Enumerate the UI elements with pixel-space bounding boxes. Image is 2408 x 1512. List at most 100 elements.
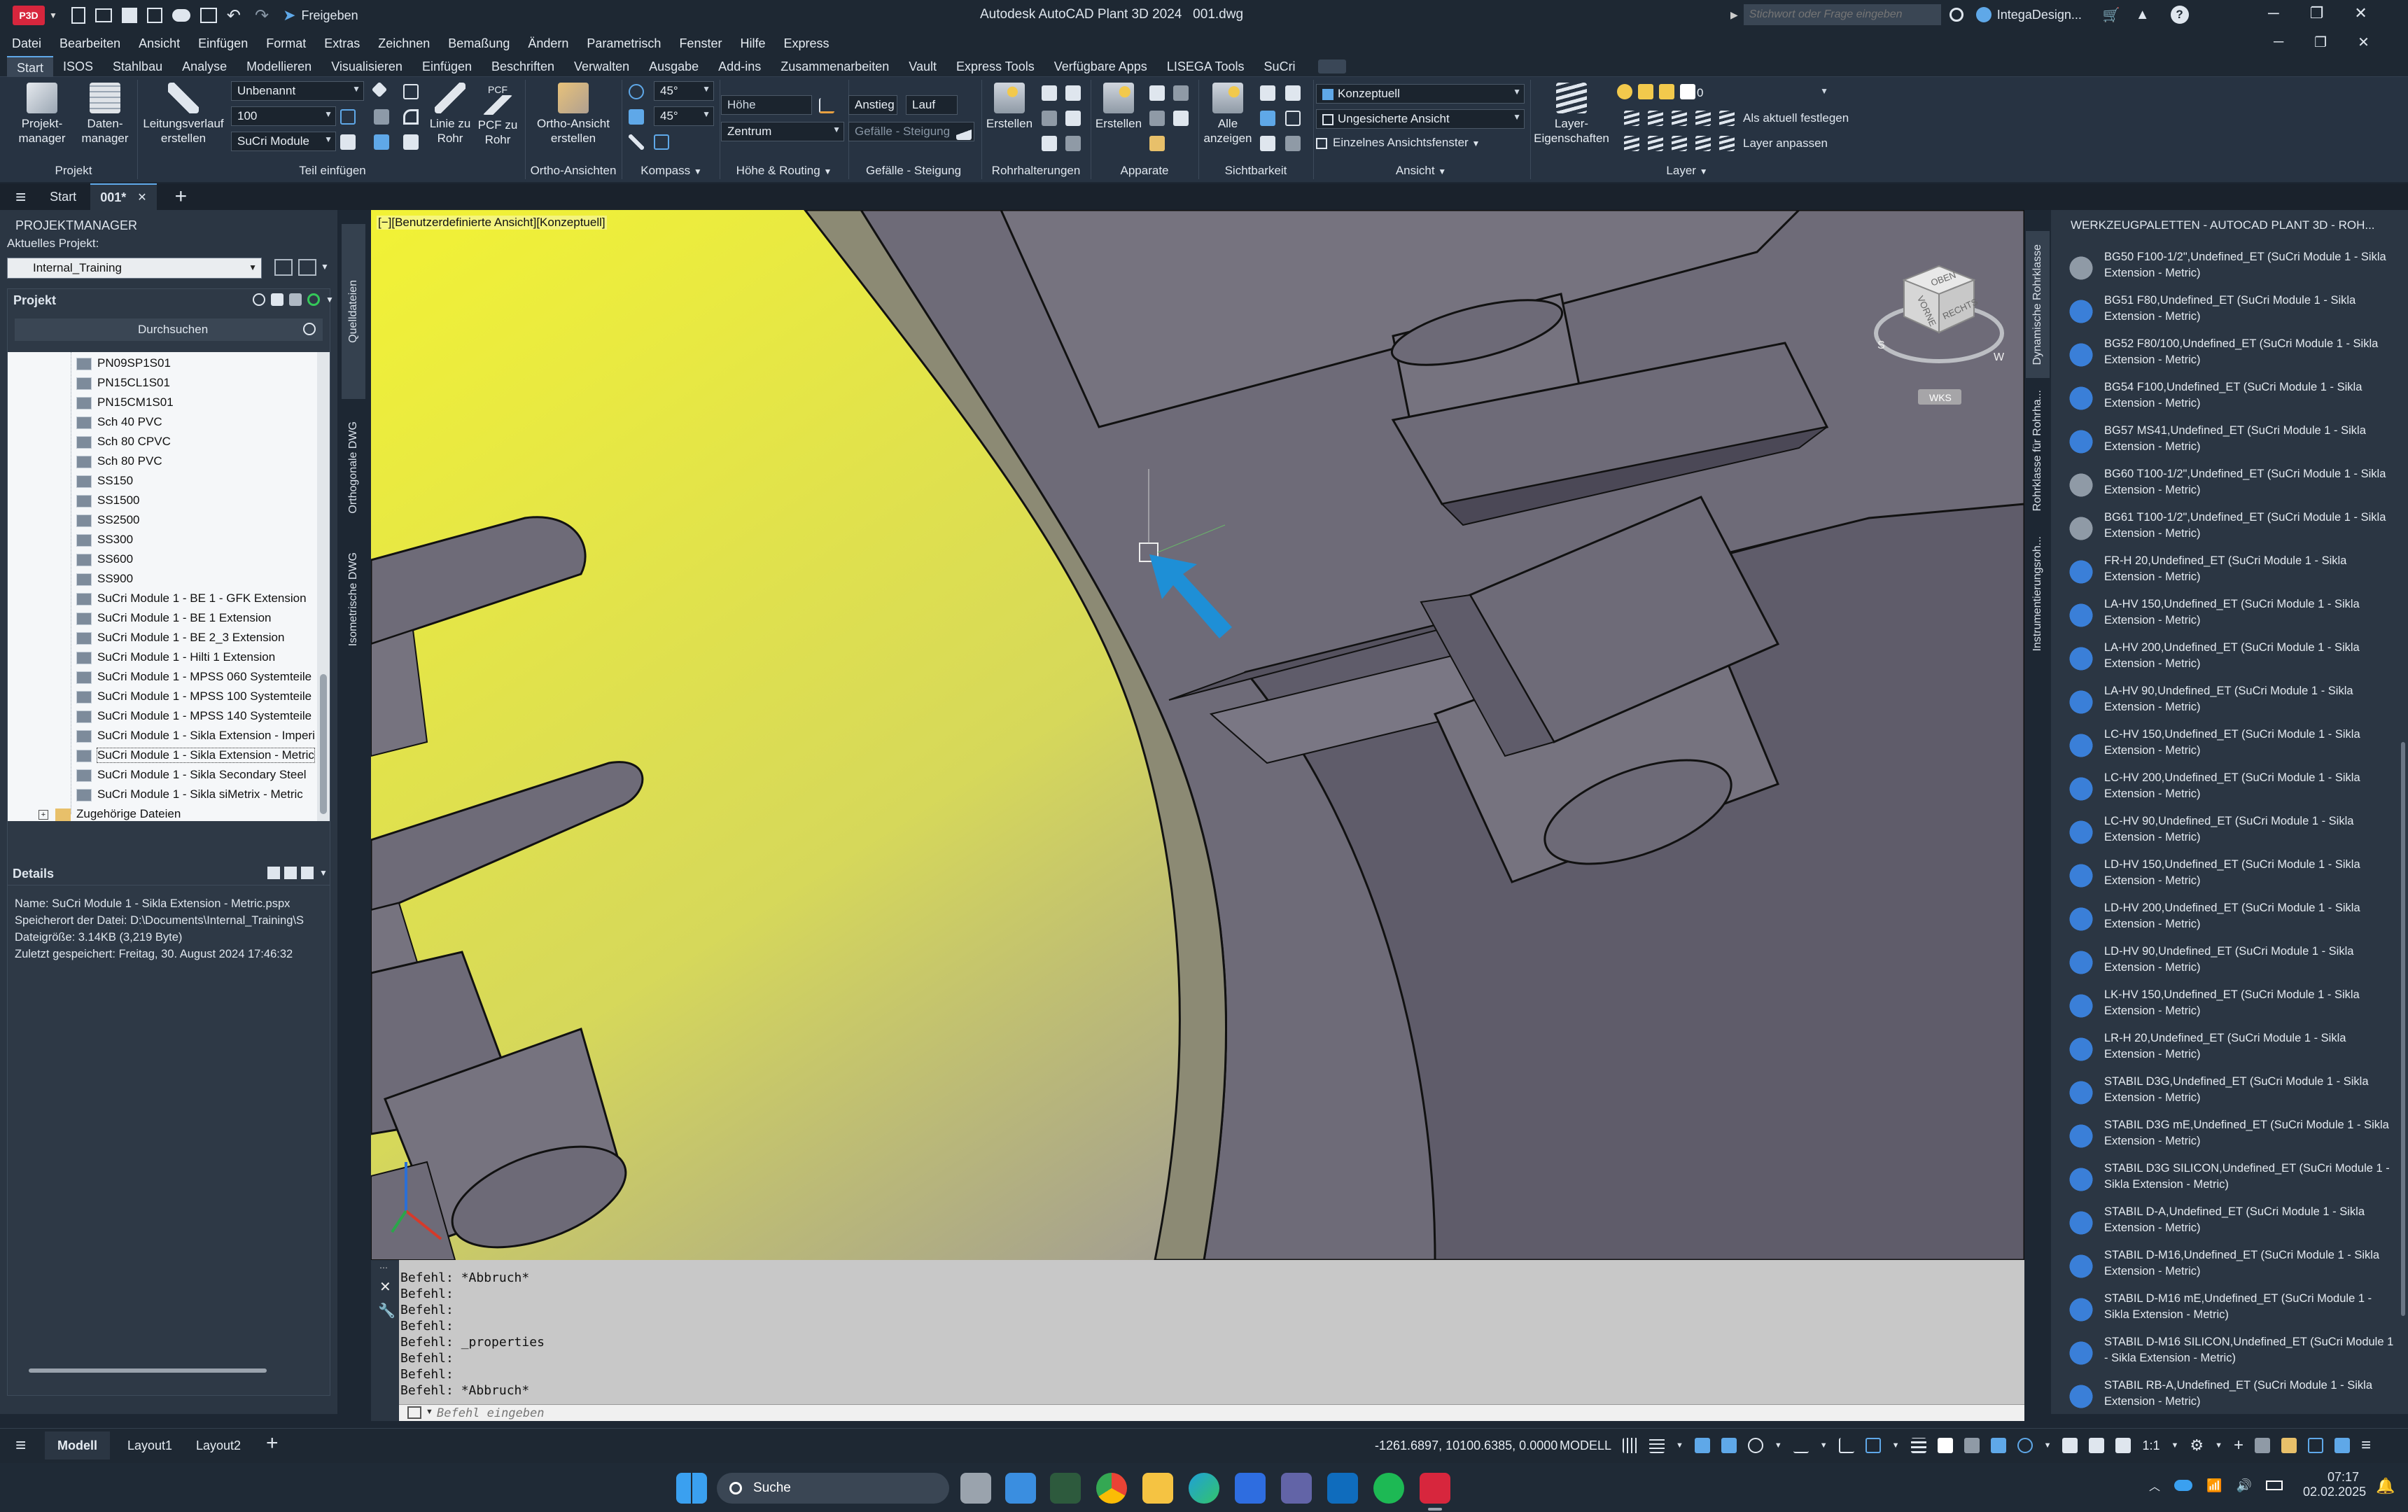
equipment-convert-icon[interactable]	[1149, 111, 1165, 126]
osnap-tracking-icon[interactable]	[1838, 1438, 1854, 1453]
compass-circle-icon[interactable]	[654, 134, 669, 150]
compass-snap-icon[interactable]	[629, 109, 644, 125]
support-tag-icon[interactable]	[1065, 136, 1081, 151]
command-recent-chevron-icon[interactable]: ▼	[426, 1408, 433, 1416]
palette-tool-item[interactable]: STABIL D-M16 mE,Undefined_ET (SuCri Modu…	[2051, 1288, 2408, 1331]
m-app-icon[interactable]	[1235, 1473, 1266, 1504]
layer-tool-2-icon[interactable]	[1648, 111, 1663, 126]
chrome-app-icon[interactable]	[1096, 1473, 1127, 1504]
terminal-app-icon[interactable]	[1050, 1473, 1081, 1504]
tab-visualisieren[interactable]: Visualisieren	[321, 56, 412, 77]
tree-item[interactable]: SS2500	[97, 513, 140, 527]
tree-item[interactable]: SS600	[97, 552, 133, 566]
grid-icon[interactable]	[1623, 1438, 1638, 1453]
project-print-icon[interactable]	[274, 259, 293, 276]
tree-item[interactable]: PN09SP1S01	[97, 356, 171, 370]
tab-express-tools[interactable]: Express Tools	[946, 56, 1044, 77]
tree-menu-chevron-icon[interactable]: ▼	[326, 295, 334, 304]
menu-einfuegen[interactable]: Einfügen	[189, 36, 257, 51]
saveas-icon[interactable]	[146, 8, 162, 23]
ortho-view-button[interactable]: Ortho-Ansicht erstellen	[528, 83, 619, 146]
volume-icon[interactable]: 🔊	[2236, 1478, 2251, 1493]
layer-properties-button[interactable]: Layer- Eigenschaften	[1533, 83, 1610, 146]
palette-tool-item[interactable]: BG60 T100-1/2",Undefined_ET (SuCri Modul…	[2051, 463, 2408, 507]
layer-tool-5-icon[interactable]	[1624, 136, 1639, 151]
tab-analyse[interactable]: Analyse	[172, 56, 237, 77]
tab-sucri[interactable]: SuCri	[1254, 56, 1306, 77]
palette-tool-item[interactable]: STABIL D-M16 SILICON,Undefined_ET (SuCri…	[2051, 1331, 2408, 1375]
open-file-icon[interactable]	[94, 8, 112, 22]
tree-item[interactable]: SuCri Module 1 - BE 1 - GFK Extension	[97, 592, 307, 606]
menu-extras[interactable]: Extras	[315, 36, 369, 51]
palette-tool-item[interactable]: FR-H 20,Undefined_ET (SuCri Module 1 - S…	[2051, 550, 2408, 594]
spotify-app-icon[interactable]	[1373, 1473, 1404, 1504]
command-grip-icon[interactable]: ⋯	[379, 1263, 388, 1273]
model-viewport[interactable]: OBEN VORNE RECHTS S W WKS [−][Benutzerde…	[371, 210, 2024, 1260]
add-file-icon[interactable]	[271, 293, 284, 306]
tree-item[interactable]: SuCri Module 1 - Hilti 1 Extension	[97, 650, 275, 664]
tree-item[interactable]: SuCri Module 1 - MPSS 140 Systemteile	[97, 709, 312, 723]
layer-freeze-icon[interactable]	[1638, 84, 1653, 99]
tab-start[interactable]: Start	[7, 55, 54, 77]
hide-icon[interactable]	[1260, 85, 1275, 101]
tab-isos[interactable]: ISOS	[53, 56, 103, 77]
tree-item[interactable]: SS900	[97, 572, 133, 586]
details-hscroll[interactable]	[29, 1368, 267, 1373]
palette-tool-item[interactable]: BG52 F80/100,Undefined_ET (SuCri Module …	[2051, 333, 2408, 377]
palette-tool-item[interactable]: STABIL D3G,Undefined_ET (SuCri Module 1 …	[2051, 1071, 2408, 1114]
equipment-create-button[interactable]: Erstellen	[1092, 83, 1145, 131]
menu-parametrisch[interactable]: Parametrisch	[578, 36, 670, 51]
connect-icon[interactable]	[403, 134, 419, 150]
isolate-objects-icon[interactable]	[2255, 1438, 2271, 1453]
tab-verfuegbare-apps[interactable]: Verfügbare Apps	[1044, 56, 1157, 77]
details-icon-1[interactable]	[267, 867, 280, 879]
gear-icon[interactable]: ⚙	[2190, 1436, 2204, 1455]
auto-scale-icon[interactable]	[2115, 1438, 2132, 1453]
named-view-select[interactable]: Ungesicherte Ansicht ▼	[1316, 109, 1525, 129]
palette-tool-item[interactable]: LD-HV 90,Undefined_ET (SuCri Module 1 - …	[2051, 941, 2408, 984]
file-explorer-icon[interactable]	[1142, 1473, 1173, 1504]
tree-item[interactable]: PN15CM1S01	[97, 396, 174, 410]
tree-item[interactable]: SuCri Module 1 - Sikla Secondary Steel	[97, 768, 307, 782]
vtab-instrument-spec[interactable]: Instrumentierungsroh...	[2026, 524, 2050, 664]
share-button[interactable]: Freigeben	[302, 8, 358, 23]
tree-item[interactable]: SS300	[97, 533, 133, 547]
teams-app-icon[interactable]	[1281, 1473, 1312, 1504]
equipment-edit-icon[interactable]	[1149, 85, 1165, 101]
slope-select[interactable]: Gefälle - Steigung	[848, 122, 974, 141]
palette-tool-item[interactable]: LC-HV 90,Undefined_ET (SuCri Module 1 - …	[2051, 811, 2408, 854]
windows-start-icon[interactable]	[676, 1473, 707, 1504]
clock[interactable]: 07:17 02.02.2025	[2303, 1470, 2366, 1499]
menu-datei[interactable]: Datei	[3, 36, 50, 51]
palette-tool-item[interactable]: BG61 T100-1/2",Undefined_ET (SuCri Modul…	[2051, 507, 2408, 550]
calculator-app-icon[interactable]	[1005, 1473, 1036, 1504]
visibility-extra-icon[interactable]	[1260, 136, 1275, 151]
selection-cycling-icon[interactable]	[1963, 1438, 1980, 1453]
project-menu-chevron-icon[interactable]: ▼	[321, 262, 329, 272]
cart-icon[interactable]: 🛒	[2103, 6, 2120, 24]
panel-label-kompass[interactable]: Kompass ▼	[626, 164, 717, 178]
layer-select[interactable]: 0 ▼	[1691, 84, 1831, 104]
project-copy-icon[interactable]	[298, 259, 316, 276]
menu-fenster[interactable]: Fenster	[670, 36, 731, 51]
layer-tool-6-icon[interactable]	[1648, 136, 1663, 151]
tree-expand-icon[interactable]: +	[38, 810, 48, 820]
tab-addins[interactable]: Add-ins	[708, 56, 771, 77]
undo-icon[interactable]: ↶	[227, 6, 241, 26]
new-tab-icon[interactable]: +	[175, 185, 188, 209]
tab-zusammenarbeiten[interactable]: Zusammenarbeiten	[771, 56, 899, 77]
tree-search-icon[interactable]	[303, 323, 316, 335]
datenmanager-button[interactable]: Daten- manager	[76, 83, 134, 146]
tab-verwalten[interactable]: Verwalten	[564, 56, 639, 77]
menu-aendern[interactable]: Ändern	[519, 36, 578, 51]
isodraft-icon[interactable]	[1793, 1438, 1809, 1453]
menu-hilfe[interactable]: Hilfe	[731, 36, 774, 51]
compass-angle-1[interactable]: 45° ▼	[654, 81, 714, 101]
command-settings-icon[interactable]: 🔧	[378, 1302, 396, 1320]
grid-snap-icon[interactable]	[340, 109, 356, 125]
model-space-toggle[interactable]: MODELL	[1560, 1438, 1611, 1453]
search-expand-icon[interactable]: ▶	[1730, 9, 1738, 21]
vtab-iso-dwg[interactable]: Isometrische DWG	[342, 536, 365, 662]
details-icon-2[interactable]	[284, 867, 297, 879]
tab-layout2[interactable]: Layout2	[196, 1438, 241, 1453]
